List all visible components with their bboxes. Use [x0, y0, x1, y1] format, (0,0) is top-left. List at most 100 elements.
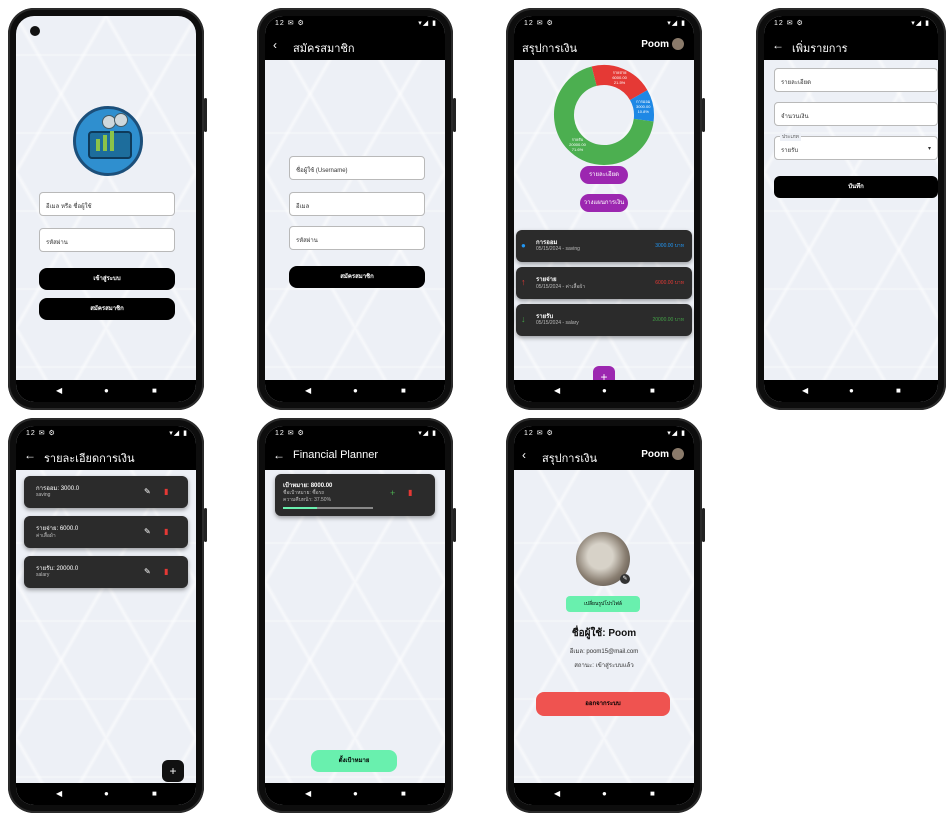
home-nav-button[interactable]: ● — [602, 386, 607, 395]
recent-nav-button[interactable]: ■ — [650, 789, 655, 798]
user-name: Poom — [641, 38, 669, 50]
donut-label-income: 71.6% — [572, 147, 584, 152]
app-bar: ← เพิ่มรายการ — [764, 32, 938, 60]
home-nav-button[interactable]: ● — [104, 386, 109, 395]
user-chip[interactable]: Poom — [641, 448, 684, 460]
logout-button[interactable]: ออกจากระบบ — [536, 692, 670, 716]
planner-button[interactable]: วางแผนการเงิน — [580, 194, 628, 212]
set-goal-button[interactable]: ตั้งเป้าหมาย — [311, 750, 397, 772]
profile-username: ชื่อผู้ใช้: Poom — [571, 628, 637, 639]
nav-bar: ◀ ● ■ — [764, 380, 938, 402]
back-nav-button[interactable]: ◀ — [56, 386, 62, 395]
user-chip[interactable]: Poom — [641, 38, 684, 50]
details-screen: 12 ✉ ⚙ ▾◢ ▮ ← รายละเอียดการเงิน การออม: 3… — [16, 426, 196, 805]
camera-edit-icon[interactable]: ✎ — [620, 574, 630, 584]
phone-planner: 12 ✉ ⚙ ▾◢ ▮ ← Financial Planner เป้าหมาย:… — [257, 418, 456, 813]
add-entry-screen: 12 ✉ ⚙ ▾◢ ▮ ← เพิ่มรายการ รายละเอียด จำนว… — [764, 16, 938, 402]
recent-nav-button[interactable]: ■ — [152, 789, 157, 798]
item-sub: ค่าเสื้อผ้า — [36, 533, 56, 539]
status-bar: 12 ✉ ⚙ ▾◢ ▮ — [514, 426, 694, 442]
home-nav-button[interactable]: ● — [104, 789, 109, 798]
recent-nav-button[interactable]: ■ — [401, 789, 406, 798]
side-button — [702, 98, 705, 132]
back-nav-button[interactable]: ◀ — [554, 386, 560, 395]
delete-icon[interactable]: ▮ — [164, 487, 168, 496]
phone-profile: 12 ✉ ⚙ ▾◢ ▮ ‹ สรุปการเงิน Poom ✎ เปลี่ยนร… — [506, 418, 705, 813]
item-sub: 05/15/2024 - salary — [536, 320, 579, 326]
back-nav-button[interactable]: ◀ — [305, 386, 311, 395]
back-nav-button[interactable]: ◀ — [554, 789, 560, 798]
edit-icon[interactable]: ✎ — [144, 487, 151, 496]
home-nav-button[interactable]: ● — [353, 789, 358, 798]
recent-nav-button[interactable]: ■ — [896, 386, 901, 395]
summary-item-saving[interactable]: ● การออม 05/15/2024 - saving 3000.00 บาท — [516, 230, 692, 262]
delete-icon[interactable]: ▮ — [164, 567, 168, 576]
status-bar: 12 ✉ ⚙ ▾◢ ▮ — [16, 426, 196, 442]
wallet-logo — [73, 106, 143, 176]
profile-email: อีเมล: poom15@mail.com — [569, 649, 639, 655]
item-amount: 3000.00 บาท — [655, 243, 684, 249]
home-nav-button[interactable]: ● — [353, 386, 358, 395]
page-title: สมัครสมาชิก — [293, 43, 355, 55]
edit-icon[interactable]: ✎ — [144, 567, 151, 576]
back-arrow-icon[interactable]: ← — [772, 38, 784, 52]
register-button[interactable]: สมัครสมาชิก — [39, 298, 175, 320]
home-nav-button[interactable]: ● — [849, 386, 854, 395]
status-bar: 12 ✉ ⚙ ▾◢ ▮ — [514, 16, 694, 32]
add-entry-fab[interactable]: + — [162, 760, 184, 782]
app-bar: ‹ สรุปการเงิน Poom — [514, 442, 694, 470]
back-nav-button[interactable]: ◀ — [802, 386, 808, 395]
profile-status: สถานะ: เข้าสู่ระบบแล้ว — [574, 663, 634, 669]
back-arrow-icon[interactable]: ← — [273, 448, 285, 462]
email-field[interactable]: อีเมล — [289, 192, 425, 216]
username-field[interactable]: อีเมล หรือ ชื่อผู้ใช้ — [39, 192, 175, 216]
recent-nav-button[interactable]: ■ — [650, 386, 655, 395]
amount-field[interactable]: จำนวนเงิน — [774, 102, 938, 126]
nav-bar: ◀ ● ■ — [514, 380, 694, 402]
summary-item-expense[interactable]: ↑ รายจ่าย 05/15/2024 - ค่าเสื้อผ้า 6000.… — [516, 267, 692, 299]
add-icon[interactable]: + — [390, 488, 395, 498]
goal-card[interactable]: เป้าหมาย: 8000.00 ชื่อเป้าหมาย: ซื้อรถ ค… — [275, 474, 435, 516]
back-arrow-icon[interactable]: ‹ — [522, 448, 526, 462]
back-nav-button[interactable]: ◀ — [56, 789, 62, 798]
change-photo-button[interactable]: เปลี่ยนรูปโปรไฟล์ — [566, 596, 640, 612]
delete-icon[interactable]: ▮ — [408, 488, 412, 497]
status-bar: 12 ✉ ⚙ ▾◢ ▮ — [265, 16, 445, 32]
details-button[interactable]: รายละเอียด — [580, 166, 628, 184]
password-field[interactable]: รหัสผ่าน — [289, 226, 425, 250]
summary-item-income[interactable]: ↓ รายรับ 05/15/2024 - salary 20000.00 บา… — [516, 304, 692, 336]
app-bar: ‹ สมัครสมาชิก — [265, 32, 445, 60]
register-submit-button[interactable]: สมัครสมาชิก — [289, 266, 425, 288]
nav-bar: ◀ ● ■ — [16, 380, 196, 402]
phone-summary: 12 ✉ ⚙ ▾◢ ▮ สรุปการเงิน Poom รายจ่าย 6000.… — [506, 8, 705, 410]
type-value: รายรับ — [781, 148, 799, 154]
username-field[interactable]: ชื่อผู้ใช้ (Username) — [289, 156, 425, 180]
detail-item: รายจ่าย: 6000.0 ค่าเสื้อผ้า ✎ ▮ — [24, 516, 188, 548]
profile-screen: 12 ✉ ⚙ ▾◢ ▮ ‹ สรุปการเงิน Poom ✎ เปลี่ยนร… — [514, 426, 694, 805]
item-sub: 05/15/2024 - ค่าเสื้อผ้า — [536, 284, 586, 290]
status-bar: 12 ✉ ⚙ ▾◢ ▮ — [265, 426, 445, 442]
save-button[interactable]: บันทึก — [774, 176, 938, 198]
avatar — [672, 38, 684, 50]
recent-nav-button[interactable]: ■ — [152, 386, 157, 395]
side-button — [204, 508, 207, 542]
edit-icon[interactable]: ✎ — [144, 527, 151, 536]
login-button[interactable]: เข้าสู่ระบบ — [39, 268, 175, 290]
recent-nav-button[interactable]: ■ — [401, 386, 406, 395]
piggy-bank-icon: ● — [521, 241, 526, 250]
back-arrow-icon[interactable]: ← — [24, 448, 36, 462]
nav-bar: ◀ ● ■ — [265, 380, 445, 402]
page-title: สรุปการเงิน — [542, 453, 597, 465]
type-dropdown[interactable]: ประเภท รายรับ ▾ — [774, 133, 938, 160]
app-bar: ← Financial Planner — [265, 442, 445, 470]
delete-icon[interactable]: ▮ — [164, 527, 168, 536]
password-field[interactable]: รหัสผ่าน — [39, 228, 175, 252]
back-nav-button[interactable]: ◀ — [305, 789, 311, 798]
detail-field[interactable]: รายละเอียด — [774, 68, 938, 92]
back-arrow-icon[interactable]: ‹ — [273, 38, 277, 52]
arrow-up-icon: ↑ — [521, 277, 526, 287]
home-nav-button[interactable]: ● — [602, 789, 607, 798]
donut-label-saving: 10.8% — [638, 109, 650, 114]
arrow-down-icon: ↓ — [521, 314, 526, 324]
side-button — [702, 508, 705, 542]
